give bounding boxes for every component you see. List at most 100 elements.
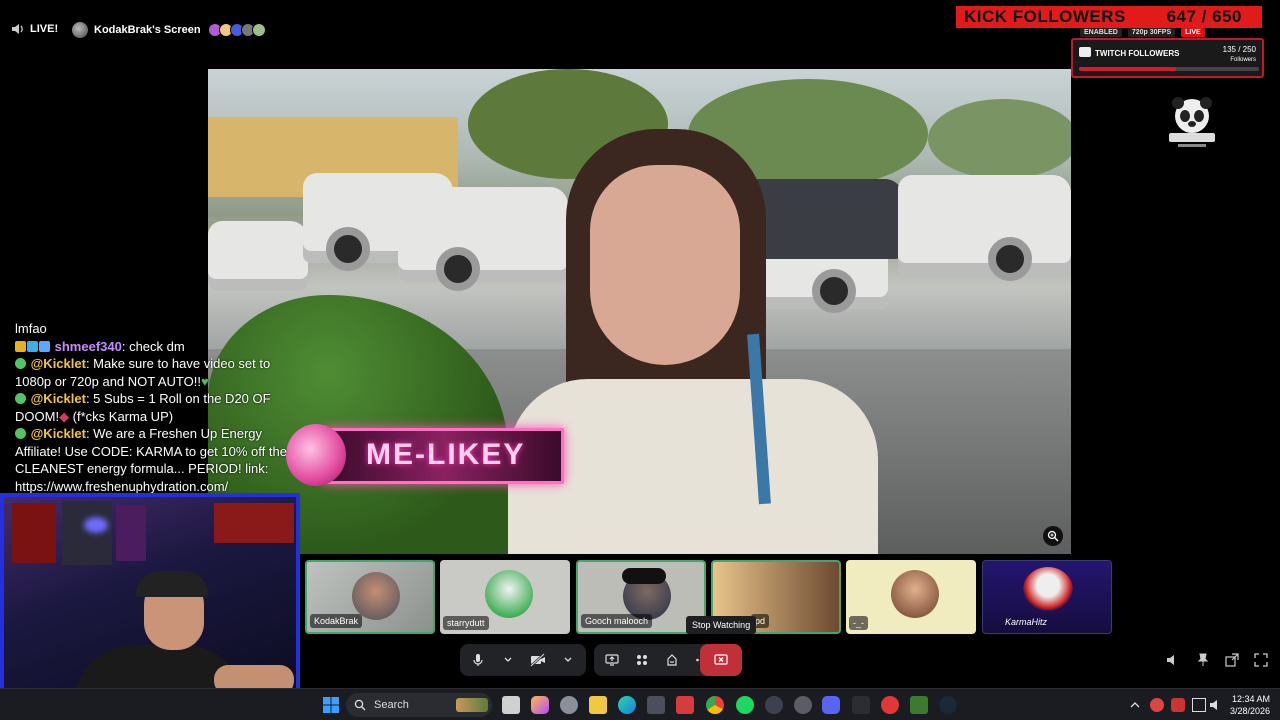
kick-followers-label: KICK FOLLOWERS <box>964 7 1126 26</box>
fullscreen-button[interactable] <box>1252 651 1270 669</box>
chat-username[interactable]: @Kicklet <box>31 356 86 371</box>
participant-tile-starrydutt[interactable]: starrydutt <box>440 560 570 634</box>
chat-username[interactable]: @Kicklet <box>31 426 86 441</box>
zoom-button[interactable] <box>1043 526 1063 546</box>
app-icon[interactable] <box>910 696 928 714</box>
taskbar-search[interactable]: Search <box>346 693 492 717</box>
fullscreen-icon <box>1254 653 1268 667</box>
activities-button[interactable] <box>632 650 652 670</box>
webcam-wall-poster <box>12 503 56 563</box>
screen-share-button[interactable] <box>602 650 622 670</box>
popout-icon <box>1225 653 1239 667</box>
app-icon[interactable] <box>852 696 870 714</box>
network-icon[interactable] <box>1192 698 1206 712</box>
chat-text: : check dm <box>121 338 185 354</box>
windows-start-icon[interactable] <box>322 696 340 714</box>
zoom-icon <box>1047 530 1059 542</box>
windows-taskbar: Search 12:34 AM 3/28/2026 <box>0 688 1280 720</box>
participant-avatar <box>485 570 533 618</box>
bot-badge-icon <box>15 358 26 369</box>
chat-message: @Kicklet: 5 Subs = 1 Roll on the D20 OF … <box>15 390 295 425</box>
tray-mic-icon[interactable] <box>1171 698 1185 712</box>
clock-date: 3/28/2026 <box>1229 706 1270 716</box>
chat-username[interactable]: shmeef340 <box>55 339 122 354</box>
bot-badge-icon <box>15 393 26 404</box>
participant-name: -_- <box>849 616 868 630</box>
soundboard-button[interactable] <box>662 650 682 670</box>
participant-name: KarmaHitz <box>1005 617 1048 627</box>
app-icon[interactable] <box>794 696 812 714</box>
bot-badge-icon <box>15 428 26 439</box>
chevron-down-icon <box>564 657 572 662</box>
mic-button[interactable] <box>468 650 488 670</box>
popout-button[interactable] <box>1223 651 1241 669</box>
participant-tile-kodakbrak[interactable]: KodakBrak <box>305 560 435 634</box>
app-icon[interactable] <box>676 696 694 714</box>
sword-badge-icon <box>39 340 50 352</box>
video-car <box>208 221 308 291</box>
pin-button[interactable] <box>1194 651 1212 669</box>
chevron-up-icon[interactable] <box>1128 698 1142 712</box>
volume-icon <box>1167 655 1174 665</box>
viewer-avatars[interactable] <box>207 23 266 37</box>
participant-name: Gooch malooch <box>581 614 653 628</box>
discord-icon[interactable] <box>822 696 840 714</box>
app-icon[interactable] <box>881 696 899 714</box>
speaker-icon[interactable] <box>10 22 24 36</box>
kick-followers-count: 647 / 650 <box>1166 7 1242 26</box>
stop-watching-tooltip: Stop Watching <box>686 616 757 634</box>
status-chip-enabled: ENABLED <box>1080 28 1122 37</box>
twitch-progress-track <box>1079 67 1259 71</box>
settings-icon[interactable] <box>560 696 578 714</box>
store-icon[interactable] <box>647 696 665 714</box>
call-controls <box>460 644 720 676</box>
volume-button[interactable] <box>1163 651 1181 669</box>
file-explorer-icon[interactable] <box>589 696 607 714</box>
copilot-icon[interactable] <box>531 696 549 714</box>
streamer-webcam <box>0 493 300 715</box>
tray-app-icon[interactable] <box>1150 698 1164 712</box>
chat-message: @Kicklet: Make sure to have video set to… <box>15 355 295 390</box>
video-person-face <box>590 165 740 365</box>
taskbar-clock[interactable]: 12:34 AM 3/28/2026 <box>1230 693 1270 717</box>
video-truck <box>898 175 1071 275</box>
me-likey-heart-icon <box>286 424 346 486</box>
volume-icon[interactable] <box>1208 698 1222 712</box>
chat-message: @Kicklet: We are a Freshen Up Energy Aff… <box>15 425 295 495</box>
karmahitz-logo <box>1023 567 1073 613</box>
camera-button[interactable] <box>528 650 548 670</box>
twitch-count-value: 135 / 250 <box>1222 45 1256 54</box>
chat-username[interactable]: @Kicklet <box>31 391 86 406</box>
stream-status-chips: ENABLED 720p 30FPS LIVE <box>1080 28 1205 37</box>
screen-share-icon <box>605 654 619 666</box>
task-view-icon[interactable] <box>502 696 520 714</box>
camera-off-icon <box>530 653 545 667</box>
video-car-wheel <box>326 227 370 271</box>
chevron-down-icon <box>504 657 512 662</box>
mic-icon <box>473 654 483 666</box>
chrome-icon[interactable] <box>706 696 724 714</box>
stream-title: KodakBrak's Screen <box>72 22 266 38</box>
viewer-avatar <box>251 23 266 37</box>
participant-avatar <box>352 572 400 620</box>
mic-options-chevron[interactable] <box>498 650 518 670</box>
participant-tile-underscore[interactable]: -_- <box>846 560 976 634</box>
edge-icon[interactable] <box>618 696 636 714</box>
chat-message: shmeef340: check dm <box>15 338 295 356</box>
spotify-icon[interactable] <box>736 696 754 714</box>
participant-name: starrydutt <box>443 616 489 630</box>
stop-watching-button[interactable] <box>700 644 742 676</box>
chat-overlay: lmfao shmeef340: check dm @Kicklet: Make… <box>15 320 295 495</box>
live-label: LIVE! <box>30 23 59 35</box>
chat-text: (f*cks Karma UP) <box>69 408 174 424</box>
dice-icon: ◆ <box>59 408 70 424</box>
app-icon[interactable] <box>765 696 783 714</box>
twitch-followers-label: TWITCH FOLLOWERS <box>1095 49 1180 58</box>
kick-followers-bar: KICK FOLLOWERS 647 / 650 <box>956 6 1262 28</box>
screen-title-text: KodakBrak's Screen <box>94 24 201 36</box>
participant-tile-karmahitz[interactable]: KarmaHitz <box>982 560 1112 634</box>
webcam-person-cap <box>136 571 208 597</box>
camera-options-chevron[interactable] <box>558 650 578 670</box>
pin-icon <box>1197 653 1209 666</box>
steam-icon[interactable] <box>939 696 957 714</box>
